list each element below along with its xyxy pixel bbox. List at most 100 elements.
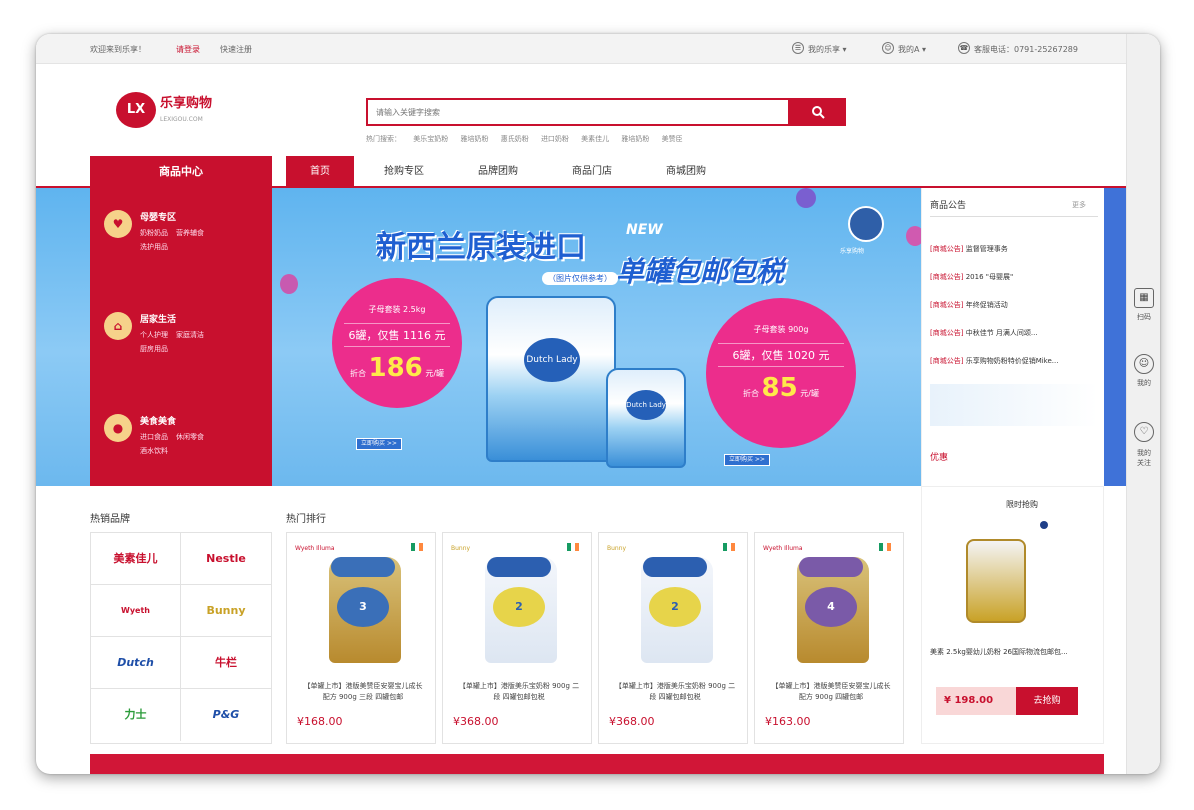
hotword[interactable]: 美乐宝奶粉	[413, 135, 448, 143]
banner-buy-left-button[interactable]: 立即购买 >>	[356, 438, 402, 450]
bubble-unit: 元/罐	[800, 389, 819, 398]
category-row[interactable]: ● 美食美食 进口食品 休闲零食 酒水饮料	[104, 414, 264, 474]
notice-banner-image[interactable]	[930, 384, 1098, 426]
hotword[interactable]: 美素佳儿	[581, 135, 609, 143]
category-sub-link[interactable]: 进口食品	[140, 433, 168, 441]
nav-stores[interactable]: 商品门店	[554, 156, 630, 188]
category-subs: 奶粉奶品 营养辅食 洗护用品	[140, 226, 270, 254]
brand-logo[interactable]: Bunny	[181, 585, 271, 637]
promo-buy-button[interactable]: 去抢购	[1016, 687, 1078, 715]
hotword[interactable]: 进口奶粉	[541, 135, 569, 143]
brand-logo[interactable]: P&G	[181, 689, 271, 741]
product-brand: Wyeth Illuma	[295, 545, 335, 552]
category-sub-link[interactable]: 营养辅食	[176, 229, 204, 237]
home-icon: ⌂	[104, 312, 132, 340]
user-icon: ☺	[882, 42, 894, 54]
category-title[interactable]: 居家生活	[140, 312, 176, 325]
product-name[interactable]: 【单罐上市】港版美乐宝奶粉 900g 二段 四罐包邮包税	[613, 681, 737, 703]
category-sub-link[interactable]: 个人护理	[140, 331, 168, 339]
banner-title: 新西兰原装进口	[376, 230, 586, 265]
bubble-price: 85	[761, 373, 798, 403]
product-card[interactable]: Wyeth Illuma 3 【单罐上市】港版美赞臣安婴宝儿成长配方 900g …	[286, 532, 436, 744]
product-image[interactable]: 2	[485, 557, 557, 663]
category-subs: 个人护理 家庭清洁 厨房用品	[140, 328, 270, 356]
category-sub-link[interactable]: 家庭清洁	[176, 331, 204, 339]
my-account-link[interactable]: 我的乐享 ▾	[808, 44, 847, 55]
category-panel: ♥ 母婴专区 奶粉奶品 营养辅食 洗护用品 ⌂ 居家生活 个人护理 家庭清洁 厨房用品 …	[90, 188, 272, 486]
carousel-dot[interactable]	[1040, 521, 1048, 529]
brand-logo[interactable]: Wyeth	[91, 585, 181, 637]
category-sub-link[interactable]: 休闲零食	[176, 433, 204, 441]
notice-item[interactable]: [商城公告] 中秋佳节 月满人间颂...	[930, 328, 1098, 338]
flag-icon	[567, 543, 579, 551]
notice-divider	[930, 216, 1098, 217]
balloon-decoration	[280, 274, 298, 294]
product-name[interactable]: 【单罐上市】港版美赞臣安婴宝儿成长配方 900g 四罐包邮	[769, 681, 893, 703]
notice-item[interactable]: [商城公告] 监督管理事务	[930, 244, 1098, 254]
logo-name[interactable]: 乐享购物	[160, 92, 212, 111]
login-link[interactable]: 请登录	[176, 44, 200, 55]
balloon-decoration	[906, 226, 921, 246]
product-card[interactable]: Bunny 2 【单罐上市】港版美乐宝奶粉 900g 二段 四罐包邮包税 ¥36…	[598, 532, 748, 744]
brand-logo[interactable]: 力士	[91, 689, 181, 741]
bubble-prefix: 折合	[349, 369, 366, 378]
notice-item[interactable]: [商城公告] 年终促销活动	[930, 300, 1098, 310]
notice-more-link[interactable]: 更多	[1072, 200, 1086, 210]
product-card[interactable]: Wyeth Illuma 4 【单罐上市】港版美赞臣安婴宝儿成长配方 900g …	[754, 532, 904, 744]
notice-text: 年终促销活动	[965, 301, 1008, 309]
hotword[interactable]: 雅培奶粉	[621, 135, 649, 143]
logo-mark[interactable]: LX	[116, 92, 156, 128]
sidebar-label[interactable]: 扫码	[1135, 312, 1153, 322]
product-price: ¥368.00	[453, 715, 499, 728]
promo-product-name[interactable]: 美素 2.5kg婴幼儿奶粉 26国际物流包邮包...	[930, 647, 1098, 657]
category-subs: 进口食品 休闲零食 酒水饮料	[140, 430, 270, 458]
notice-tag: [商城公告]	[930, 329, 964, 337]
qrcode-icon[interactable]: ▦	[1134, 288, 1154, 308]
notice-text: 2016 "母婴展"	[965, 273, 1014, 281]
nav-home[interactable]: 首页	[286, 156, 354, 188]
search-input[interactable]	[368, 100, 788, 125]
hotword[interactable]: 雅培奶粉	[460, 135, 488, 143]
bottom-banner-strip[interactable]	[90, 754, 1104, 774]
notice-tag: [商城公告]	[930, 245, 964, 253]
my-a-link[interactable]: 我的A ▾	[898, 44, 926, 55]
sidebar-label[interactable]: 我的	[1135, 378, 1153, 388]
banner-subtitle: 单罐包邮包税	[616, 255, 785, 288]
product-name[interactable]: 【单罐上市】港版美乐宝奶粉 900g 二段 四罐包邮包税	[457, 681, 581, 703]
hotword[interactable]: 美赞臣	[662, 135, 683, 143]
category-row[interactable]: ♥ 母婴专区 奶粉奶品 营养辅食 洗护用品	[104, 210, 264, 270]
category-row[interactable]: ⌂ 居家生活 个人护理 家庭清洁 厨房用品	[104, 312, 264, 372]
hotword[interactable]: 惠氏奶粉	[501, 135, 529, 143]
product-image[interactable]: 4	[797, 557, 869, 663]
category-sub-link[interactable]: 洗护用品	[140, 243, 168, 251]
category-sub-link[interactable]: 奶粉奶品	[140, 229, 168, 237]
banner-buy-right-button[interactable]: 立即购买 >>	[724, 454, 770, 466]
notice-item[interactable]: [商城公告] 乐享购物奶粉特价促销Mike...	[930, 356, 1098, 366]
brand-logo[interactable]: Nestle	[181, 533, 271, 585]
promo-product-image[interactable]	[960, 537, 1070, 627]
nav-mall-group[interactable]: 商城团购	[648, 156, 724, 188]
category-center-head[interactable]: 商品中心	[90, 156, 272, 188]
register-link[interactable]: 快速注册	[220, 44, 252, 55]
product-image[interactable]: 2	[641, 557, 713, 663]
product-name[interactable]: 【单罐上市】港版美赞臣安婴宝儿成长配方 900g 三段 四罐包邮	[301, 681, 425, 703]
nav-flash-sale[interactable]: 抢购专区	[366, 156, 442, 188]
notice-item[interactable]: [商城公告] 2016 "母婴展"	[930, 272, 1098, 282]
sidebar-label[interactable]: 我的关注	[1135, 448, 1153, 468]
category-title[interactable]: 母婴专区	[140, 210, 176, 223]
search-button[interactable]	[790, 98, 846, 126]
user-icon[interactable]: ☺	[1134, 354, 1154, 374]
bubble-line2: 6罐，仅售 1020 元	[718, 343, 844, 367]
product-image[interactable]: 3	[329, 557, 401, 663]
heart-icon[interactable]: ♡	[1134, 422, 1154, 442]
category-sub-link[interactable]: 酒水饮料	[140, 447, 168, 455]
category-sub-link[interactable]: 厨房用品	[140, 345, 168, 353]
nav-brand-group[interactable]: 品牌团购	[460, 156, 536, 188]
product-card[interactable]: Bunny 2 【单罐上市】港版美乐宝奶粉 900g 二段 四罐包邮包税 ¥36…	[442, 532, 592, 744]
category-title[interactable]: 美食美食	[140, 414, 176, 427]
brand-logo[interactable]: Dutch	[91, 637, 181, 689]
brand-logo[interactable]: 美素佳儿	[91, 533, 181, 585]
brand-logo[interactable]: 牛栏	[181, 637, 271, 689]
product-price: ¥163.00	[765, 715, 811, 728]
banner-corner-logo	[848, 206, 884, 242]
